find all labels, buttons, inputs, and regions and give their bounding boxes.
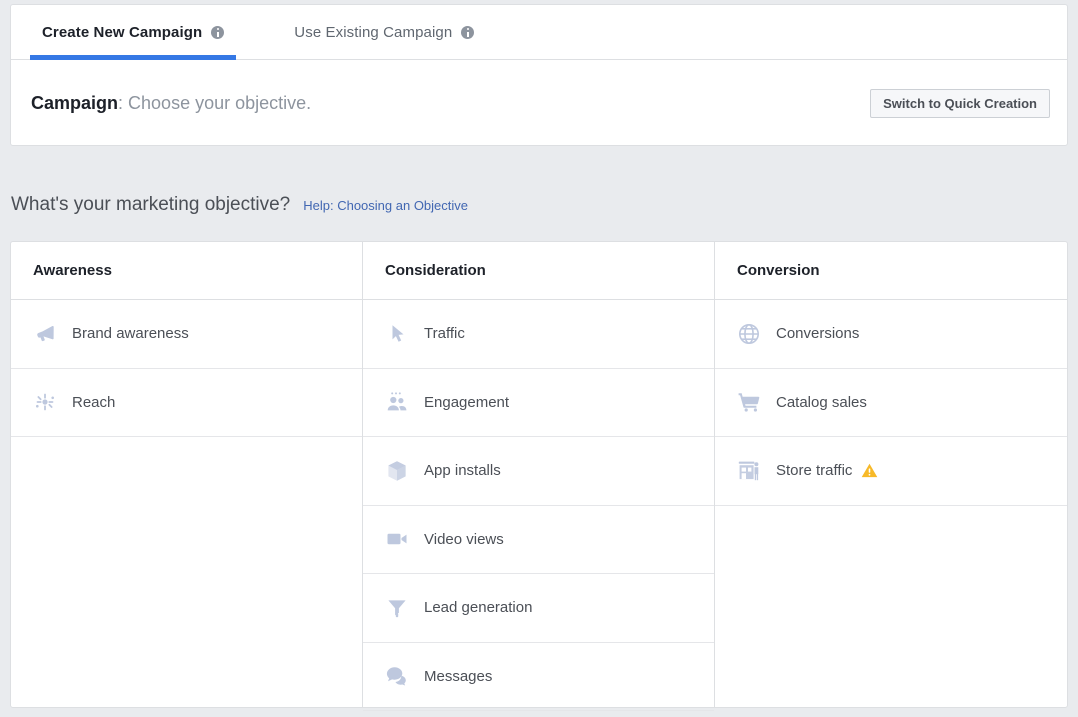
objective-item-catalog-sales[interactable]: Catalog sales xyxy=(715,369,1067,437)
tab-use-existing-campaign-label: Use Existing Campaign xyxy=(294,24,453,41)
tab-use-existing-campaign[interactable]: Use Existing Campaign xyxy=(282,5,486,60)
tab-create-new-campaign-label: Create New Campaign xyxy=(42,24,203,41)
campaign-mode-tabs: Create New Campaign Use Existing Campaig… xyxy=(11,5,1067,60)
objectives-table: Awareness Brand awareness Reach Consider… xyxy=(10,241,1068,711)
objective-label: App installs xyxy=(424,462,501,480)
objective-label: Engagement xyxy=(424,393,510,411)
funnel-icon xyxy=(384,595,410,621)
cursor-arrow-icon xyxy=(384,321,410,347)
objective-label: Reach xyxy=(72,393,116,411)
tab-create-new-campaign[interactable]: Create New Campaign xyxy=(30,5,237,60)
globe-icon xyxy=(736,321,762,347)
people-icon xyxy=(384,389,410,415)
warning-triangle-icon xyxy=(861,462,878,479)
column-header-label: Conversion xyxy=(737,262,820,279)
campaign-creation-page: Create New Campaign Use Existing Campaig… xyxy=(0,0,1078,717)
objective-item-app-installs[interactable]: App installs xyxy=(363,437,714,506)
objective-label: Brand awareness xyxy=(72,325,189,343)
objective-item-traffic[interactable]: Traffic xyxy=(363,300,714,369)
objective-item-lead-generation[interactable]: Lead generation xyxy=(363,574,714,643)
switch-to-quick-creation-button[interactable]: Switch to Quick Creation xyxy=(870,88,1050,118)
objective-item-reach[interactable]: Reach xyxy=(11,369,362,437)
objective-item-engagement[interactable]: Engagement xyxy=(363,369,714,437)
objective-label: Store traffic xyxy=(776,462,853,480)
objective-item-brand-awareness[interactable]: Brand awareness xyxy=(11,300,362,369)
objective-item-conversions[interactable]: Conversions xyxy=(715,300,1067,369)
objective-column-awareness: Awareness Brand awareness Reach xyxy=(11,242,363,707)
info-icon[interactable] xyxy=(211,26,225,39)
objective-item-video-views[interactable]: Video views xyxy=(363,506,714,574)
objective-item-messages[interactable]: Messages xyxy=(363,643,714,711)
objective-label: Messages xyxy=(424,667,493,685)
page-title: What's your marketing objective? xyxy=(11,194,291,215)
objective-item-store-traffic[interactable]: Store traffic xyxy=(715,437,1067,506)
objective-label: Video views xyxy=(424,530,504,548)
objective-column-consideration: Consideration Traffic Engagement App ins… xyxy=(363,242,715,711)
column-header-label: Consideration xyxy=(385,262,486,279)
campaign-objective-row: Campaign: Choose your objective. Switch … xyxy=(11,60,1067,146)
column-header-label: Awareness xyxy=(33,262,112,279)
reach-burst-icon xyxy=(32,389,58,415)
campaign-label: Campaign xyxy=(31,92,119,113)
column-header-awareness: Awareness xyxy=(11,242,362,300)
objective-column-conversion: Conversion Conversions Catalog sales Sto… xyxy=(715,242,1067,707)
marketing-objective-heading: What's your marketing objective? Help: C… xyxy=(11,194,468,216)
column-header-conversion: Conversion xyxy=(715,242,1067,300)
megaphone-icon xyxy=(32,321,58,347)
objective-label: Lead generation xyxy=(424,599,533,617)
help-choosing-objective-link[interactable]: Help: Choosing an Objective xyxy=(303,198,468,213)
storefront-icon xyxy=(736,458,762,484)
speech-bubbles-icon xyxy=(384,663,410,689)
campaign-instruction: Choose your objective. xyxy=(128,92,312,113)
info-icon[interactable] xyxy=(461,26,475,39)
column-header-consideration: Consideration xyxy=(363,242,714,300)
campaign-separator: : xyxy=(118,92,129,113)
cube-box-icon xyxy=(384,458,410,484)
objective-label: Conversions xyxy=(776,325,860,343)
video-camera-icon xyxy=(384,526,410,552)
shopping-cart-icon xyxy=(736,389,762,415)
campaign-header-card: Create New Campaign Use Existing Campaig… xyxy=(10,4,1068,146)
objective-label: Catalog sales xyxy=(776,393,867,411)
objective-label: Traffic xyxy=(424,325,465,343)
campaign-title: Campaign: Choose your objective. xyxy=(31,93,311,114)
